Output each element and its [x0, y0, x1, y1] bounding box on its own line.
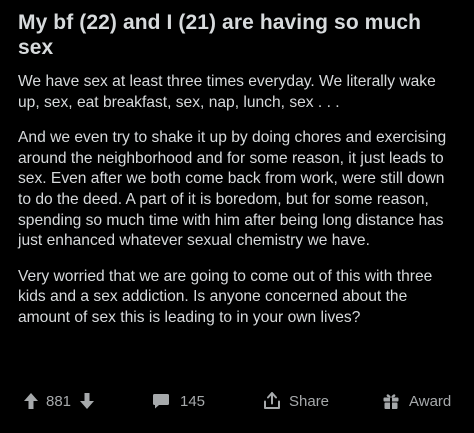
award-button[interactable]: Award	[382, 388, 451, 414]
post-title: My bf (22) and I (21) are having so much…	[18, 11, 422, 59]
post-body: We have sex at least three times everyda…	[18, 72, 456, 329]
comments-button[interactable]: 145	[152, 388, 205, 414]
share-button[interactable]: Share	[263, 388, 329, 414]
share-label: Share	[289, 392, 330, 410]
post-paragraph-2: And we even try to shake it up by doing …	[18, 129, 447, 250]
vote-control: 881	[23, 388, 95, 414]
post-action-bar: 881 145 Share Award	[0, 388, 474, 414]
award-label: Award	[409, 392, 452, 410]
arrow-up-icon[interactable]	[23, 392, 39, 410]
arrow-down-icon[interactable]	[79, 392, 95, 410]
vote-score: 881	[46, 392, 72, 410]
post-card: My bf (22) and I (21) are having so much…	[0, 0, 474, 433]
comment-bubble-icon	[152, 393, 170, 410]
gift-award-icon	[382, 392, 400, 410]
share-upload-icon	[263, 392, 281, 410]
comment-count: 145	[180, 392, 206, 410]
post-paragraph-1: We have sex at least three times everyda…	[18, 73, 436, 111]
post-paragraph-3: Very worried that we are going to come o…	[18, 267, 433, 326]
